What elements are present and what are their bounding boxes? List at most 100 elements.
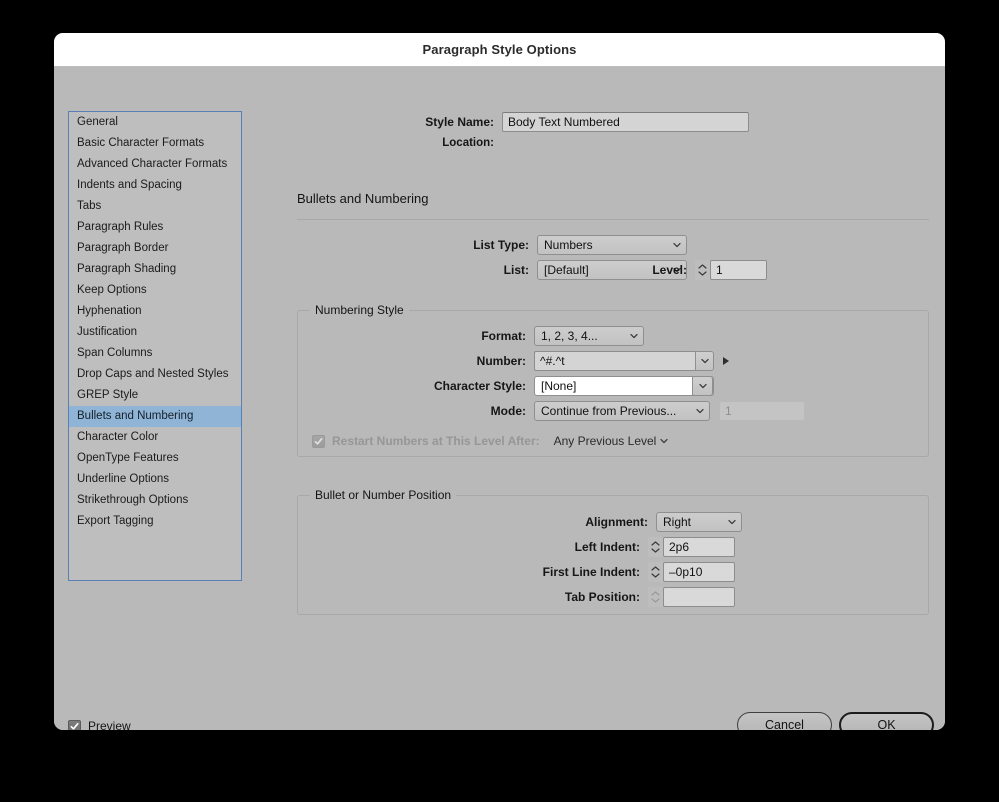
sidebar-item-paragraph-rules[interactable]: Paragraph Rules — [69, 217, 241, 238]
position-group-title: Bullet or Number Position — [310, 488, 457, 502]
preview-label: Preview — [88, 719, 131, 730]
tab-position-input[interactable] — [663, 587, 735, 607]
alignment-row: Alignment: Right — [298, 512, 742, 532]
sidebar-item-justification[interactable]: Justification — [69, 322, 241, 343]
list-type-value: Numbers — [544, 238, 593, 252]
list-value: [Default] — [544, 263, 589, 277]
mode-start-number-input: 1 — [720, 402, 804, 420]
level-input[interactable]: 1 — [710, 260, 767, 280]
sidebar-item-bullets-and-numbering[interactable]: Bullets and Numbering — [69, 406, 241, 427]
level-stepper[interactable] — [695, 260, 710, 280]
first-line-indent-stepper[interactable] — [648, 562, 663, 582]
chevron-down-icon — [696, 407, 704, 415]
format-label: Format: — [481, 329, 526, 343]
left-indent-row: Left Indent: 2p6 — [298, 537, 735, 557]
character-style-row: Character Style: [None] — [298, 376, 714, 396]
number-input[interactable]: ^#.^t — [534, 351, 695, 371]
sidebar-item-opentype-features[interactable]: OpenType Features — [69, 448, 241, 469]
mode-label: Mode: — [490, 404, 526, 418]
first-line-indent-input[interactable]: –0p10 — [663, 562, 735, 582]
sidebar-item-paragraph-border[interactable]: Paragraph Border — [69, 238, 241, 259]
number-label: Number: — [476, 354, 526, 368]
chevron-down-icon — [700, 357, 709, 365]
location-label: Location: — [442, 137, 494, 149]
restart-numbers-value: Any Previous Level — [553, 434, 657, 448]
sidebar-item-paragraph-shading[interactable]: Paragraph Shading — [69, 259, 241, 280]
number-row: Number: ^#.^t — [298, 351, 732, 371]
mode-select[interactable]: Continue from Previous... — [534, 401, 710, 421]
left-indent-stepper[interactable] — [648, 537, 663, 557]
list-type-row: List Type: Numbers — [297, 235, 687, 255]
numbering-style-group-title: Numbering Style — [310, 303, 409, 317]
first-line-indent-label: First Line Indent: — [542, 565, 640, 579]
sidebar-item-span-columns[interactable]: Span Columns — [69, 343, 241, 364]
restart-numbers-select: Any Previous Level — [548, 431, 673, 451]
alignment-value: Right — [663, 515, 692, 529]
left-indent-input[interactable]: 2p6 — [663, 537, 735, 557]
number-flyout-arrow-icon[interactable] — [722, 355, 732, 367]
sidebar-item-hyphenation[interactable]: Hyphenation — [69, 301, 241, 322]
alignment-label: Alignment: — [585, 515, 648, 529]
list-row: List: [Default] — [297, 260, 687, 280]
sidebar-item-tabs[interactable]: Tabs — [69, 196, 241, 217]
tab-position-row: Tab Position: — [298, 587, 735, 607]
level-stepper-group[interactable]: 1 — [695, 260, 767, 280]
sidebar-item-export-tagging[interactable]: Export Tagging — [69, 511, 241, 532]
alignment-select[interactable]: Right — [656, 512, 742, 532]
first-line-indent-stepper-group[interactable]: –0p10 — [648, 562, 735, 582]
list-type-label: List Type: — [473, 238, 529, 252]
level-label: Level: — [652, 263, 687, 277]
format-value: 1, 2, 3, 4... — [541, 329, 598, 343]
character-style-value: [None] — [541, 379, 577, 393]
style-name-row: Style Name: — [242, 111, 945, 132]
tab-position-stepper-group[interactable] — [648, 587, 735, 607]
left-indent-label: Left Indent: — [574, 540, 640, 554]
style-name-label: Style Name: — [425, 114, 494, 129]
chevron-down-icon — [630, 332, 638, 340]
sidebar-item-character-color[interactable]: Character Color — [69, 427, 241, 448]
screen: Paragraph Style Options General Basic Ch… — [0, 0, 999, 802]
format-row: Format: 1, 2, 3, 4... — [298, 326, 644, 346]
format-select[interactable]: 1, 2, 3, 4... — [534, 326, 644, 346]
first-line-indent-row: First Line Indent: –0p10 — [298, 562, 735, 582]
location-row: Location: — [242, 137, 945, 149]
chevron-down-icon — [673, 241, 681, 249]
bullet-number-position-group: Bullet or Number Position Alignment: Rig… — [297, 488, 929, 615]
list-type-select[interactable]: Numbers — [537, 235, 687, 255]
dialog-body: General Basic Character Formats Advanced… — [54, 67, 945, 730]
tab-position-label: Tab Position: — [564, 590, 640, 604]
character-style-label: Character Style: — [433, 379, 526, 393]
sidebar-item-drop-caps-and-nested-styles[interactable]: Drop Caps and Nested Styles — [69, 364, 241, 385]
preview-checkbox[interactable] — [68, 719, 81, 730]
restart-numbers-label: Restart Numbers at This Level After: — [332, 434, 540, 448]
chevron-down-icon — [728, 518, 736, 526]
sidebar-item-keep-options[interactable]: Keep Options — [69, 280, 241, 301]
sidebar-item-basic-character-formats[interactable]: Basic Character Formats — [69, 133, 241, 154]
number-combo[interactable]: ^#.^t — [534, 351, 714, 371]
restart-numbers-row: Restart Numbers at This Level After: Any… — [312, 431, 673, 451]
number-dropdown-button[interactable] — [695, 351, 714, 371]
mode-value: Continue from Previous... — [541, 404, 677, 418]
sidebar-item-general[interactable]: General — [69, 112, 241, 133]
cancel-button[interactable]: Cancel — [737, 712, 832, 730]
sidebar-item-grep-style[interactable]: GREP Style — [69, 385, 241, 406]
section-divider — [297, 219, 929, 220]
sidebar-item-strikethrough-options[interactable]: Strikethrough Options — [69, 490, 241, 511]
character-style-select[interactable]: [None] — [534, 376, 714, 396]
preview-row[interactable]: Preview — [68, 719, 131, 730]
list-label: List: — [503, 263, 529, 277]
chevron-down-icon — [659, 437, 668, 445]
character-style-dropdown-button[interactable] — [692, 376, 713, 396]
category-list[interactable]: General Basic Character Formats Advanced… — [68, 111, 242, 581]
mode-row: Mode: Continue from Previous... 1 — [298, 401, 804, 421]
sidebar-item-advanced-character-formats[interactable]: Advanced Character Formats — [69, 154, 241, 175]
page-title: Bullets and Numbering — [297, 191, 429, 206]
left-indent-stepper-group[interactable]: 2p6 — [648, 537, 735, 557]
sidebar-item-underline-options[interactable]: Underline Options — [69, 469, 241, 490]
ok-button[interactable]: OK — [839, 712, 934, 730]
dialog-titlebar[interactable]: Paragraph Style Options — [54, 33, 945, 67]
tab-position-stepper[interactable] — [648, 587, 663, 607]
dialog-title: Paragraph Style Options — [422, 42, 577, 57]
sidebar-item-indents-and-spacing[interactable]: Indents and Spacing — [69, 175, 241, 196]
style-name-input[interactable] — [502, 111, 749, 132]
